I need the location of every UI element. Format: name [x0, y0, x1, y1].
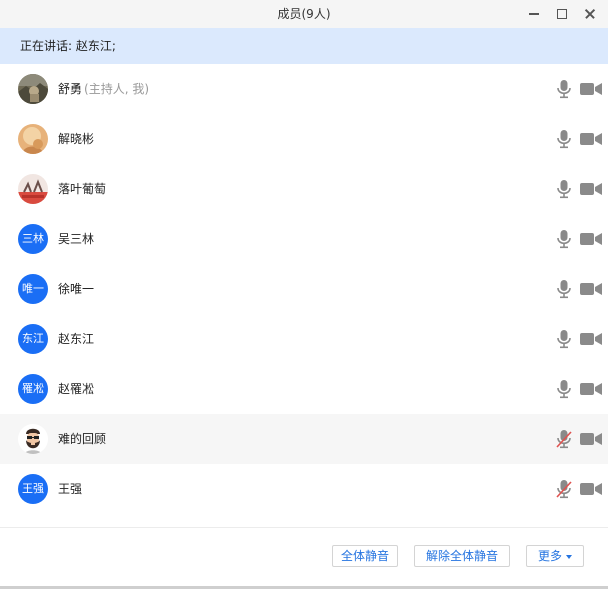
footer-divider [0, 527, 608, 528]
member-name: 舒勇 [58, 82, 83, 96]
member-row[interactable]: 解晓彬 [0, 114, 608, 164]
camera-icon[interactable] [580, 232, 602, 246]
member-role-tag: (主持人, 我) [84, 82, 150, 96]
camera-icon[interactable] [580, 332, 602, 346]
mic-icon[interactable] [556, 129, 572, 149]
avatar: 三林 [18, 224, 48, 254]
camera-icon[interactable] [580, 482, 602, 496]
avatar: 王强 [18, 474, 48, 504]
member-name-cell: 赵罹凇 [58, 364, 94, 414]
mic-muted-icon[interactable] [556, 429, 572, 449]
member-row[interactable]: 唯一 徐唯一 [0, 264, 608, 314]
camera-icon[interactable] [580, 432, 602, 446]
mic-icon[interactable] [556, 329, 572, 349]
member-row[interactable]: 舒勇 (主持人, 我) [0, 64, 608, 114]
member-name-cell: 王强 [58, 464, 82, 514]
member-name-cell: 解晓彬 [58, 114, 94, 164]
mic-icon[interactable] [556, 79, 572, 99]
camera-icon[interactable] [580, 82, 602, 96]
member-name-cell: 难的回顾 [58, 414, 106, 464]
speaking-indicator: 正在讲话: 赵东江; [0, 28, 608, 64]
mic-icon[interactable] [556, 379, 572, 399]
minimize-icon[interactable] [524, 4, 544, 24]
mic-icon[interactable] [556, 229, 572, 249]
maximize-icon[interactable] [552, 4, 572, 24]
member-name-cell: 落叶葡萄 [58, 164, 106, 214]
unmute-all-button[interactable]: 解除全体静音 [414, 545, 510, 567]
camera-icon[interactable] [580, 132, 602, 146]
member-row[interactable]: 难的回顾 [0, 414, 608, 464]
avatar: 东江 [18, 324, 48, 354]
mute-all-button[interactable]: 全体静音 [332, 545, 398, 567]
avatar [18, 174, 48, 204]
caret-down-icon [566, 554, 572, 559]
member-name: 赵罹凇 [58, 382, 95, 396]
more-button[interactable]: 更多 [526, 545, 584, 567]
avatar: 唯一 [18, 274, 48, 304]
member-row[interactable]: 王强 王强 [0, 464, 608, 514]
title-bar: 成员(9人) [0, 0, 608, 28]
member-name: 徐唯一 [58, 282, 95, 296]
member-name: 落叶葡萄 [58, 182, 107, 196]
mic-muted-icon[interactable] [556, 479, 572, 499]
close-icon[interactable] [580, 4, 600, 24]
mic-icon[interactable] [556, 279, 572, 299]
member-row[interactable]: 落叶葡萄 [0, 164, 608, 214]
member-name: 解晓彬 [58, 132, 95, 146]
member-row[interactable]: 罹凇 赵罹凇 [0, 364, 608, 414]
member-name: 难的回顾 [58, 432, 107, 446]
camera-icon[interactable] [580, 282, 602, 296]
member-row[interactable]: 东江 赵东江 [0, 314, 608, 364]
member-name-cell: 赵东江 [58, 314, 94, 364]
avatar [18, 424, 48, 454]
window-title: 成员(9人) [277, 7, 331, 21]
member-name-cell: 徐唯一 [58, 264, 94, 314]
mic-icon[interactable] [556, 179, 572, 199]
member-name: 吴三林 [58, 232, 95, 246]
member-name-cell: 舒勇 (主持人, 我) [58, 64, 149, 114]
member-list: 舒勇 (主持人, 我) 解晓彬 落叶葡萄 三林 吴三林 唯一 徐唯一 东江 赵东江 罹凇 赵罹凇 难的回… [0, 64, 608, 514]
member-name: 赵东江 [58, 332, 95, 346]
member-row[interactable]: 三林 吴三林 [0, 214, 608, 264]
avatar: 罹凇 [18, 374, 48, 404]
more-label: 更多 [537, 549, 562, 563]
camera-icon[interactable] [580, 382, 602, 396]
avatar [18, 124, 48, 154]
member-name: 王强 [58, 482, 83, 496]
camera-icon[interactable] [580, 182, 602, 196]
avatar [18, 74, 48, 104]
member-name-cell: 吴三林 [58, 214, 94, 264]
